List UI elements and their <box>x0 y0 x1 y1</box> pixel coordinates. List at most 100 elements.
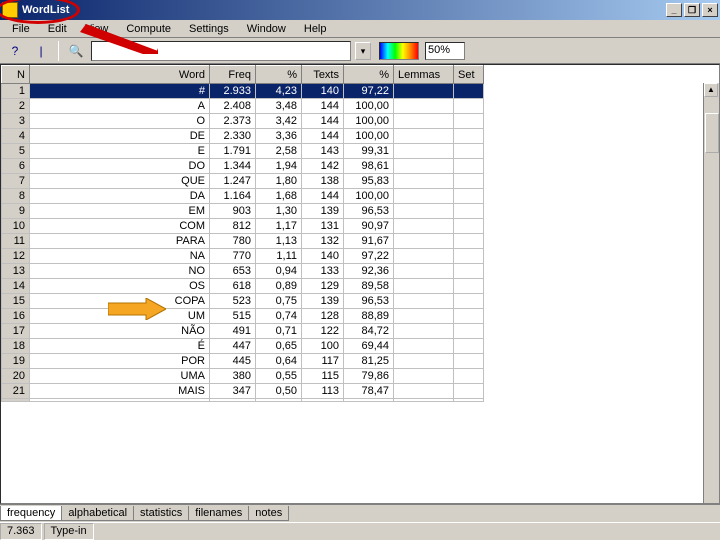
status-mode: Type-in <box>44 523 94 540</box>
table-row[interactable]: 2A2.4083,48144100,00 <box>2 99 484 114</box>
cell-word: O <box>30 114 210 129</box>
cell-lemmas <box>394 84 454 99</box>
cell-lemmas <box>394 99 454 114</box>
col-word[interactable]: Word <box>30 66 210 84</box>
cell-word: NA <box>30 249 210 264</box>
table-row[interactable] <box>2 399 484 402</box>
zoom-percent-input[interactable]: 50% <box>425 42 465 60</box>
table-row[interactable]: 20UMA3800,5511579,86 <box>2 369 484 384</box>
table-row[interactable]: 17NÃO4910,7112284,72 <box>2 324 484 339</box>
col-n[interactable]: N <box>2 66 30 84</box>
table-row[interactable]: 11PARA7801,1313291,67 <box>2 234 484 249</box>
cell-lemmas <box>394 384 454 399</box>
table-row[interactable]: 1#2.9334,2314097,22 <box>2 84 484 99</box>
menu-file[interactable]: File <box>4 22 38 36</box>
table-row[interactable]: 9EM9031,3013996,53 <box>2 204 484 219</box>
cell-pct2: 98,61 <box>344 159 394 174</box>
cell-freq: 770 <box>210 249 256 264</box>
cell-pct: 3,42 <box>256 114 302 129</box>
col-texts[interactable]: Texts <box>302 66 344 84</box>
cell-set <box>454 354 484 369</box>
cell-lemmas <box>394 129 454 144</box>
tab-notes[interactable]: notes <box>248 506 289 521</box>
rainbow-gradient-button[interactable] <box>379 42 419 60</box>
cell-set <box>454 219 484 234</box>
cell-word: PARA <box>30 234 210 249</box>
cell-lemmas <box>394 144 454 159</box>
cell-word: MAIS <box>30 384 210 399</box>
table-row[interactable]: 13NO6530,9413392,36 <box>2 264 484 279</box>
cell-lemmas <box>394 309 454 324</box>
cell-set <box>454 114 484 129</box>
menu-edit[interactable]: Edit <box>40 22 75 36</box>
cell-pct: 0,65 <box>256 339 302 354</box>
cell-texts: 128 <box>302 309 344 324</box>
cell-word: UM <box>30 309 210 324</box>
row-number: 14 <box>2 279 30 294</box>
menu-view[interactable]: View <box>77 22 117 36</box>
table-row[interactable]: 7QUE1.2471,8013895,83 <box>2 174 484 189</box>
search-input[interactable] <box>91 41 351 61</box>
cell-word: COPA <box>30 294 210 309</box>
menu-compute[interactable]: Compute <box>118 22 179 36</box>
search-dropdown[interactable]: ▾ <box>355 42 371 60</box>
cell-texts: 138 <box>302 174 344 189</box>
table-row[interactable]: 5E1.7912,5814399,31 <box>2 144 484 159</box>
table-row[interactable]: 19POR4450,6411781,25 <box>2 354 484 369</box>
table-row[interactable]: 15COPA5230,7513996,53 <box>2 294 484 309</box>
col-freq[interactable]: Freq <box>210 66 256 84</box>
tab-frequency[interactable]: frequency <box>0 506 62 521</box>
table-row[interactable]: 6DO1.3441,9414298,61 <box>2 159 484 174</box>
pipe-button[interactable]: | <box>30 41 52 61</box>
table-row[interactable]: 12NA7701,1114097,22 <box>2 249 484 264</box>
tab-statistics[interactable]: statistics <box>133 506 189 521</box>
cell-pct: 4,23 <box>256 84 302 99</box>
cell-pct: 1,30 <box>256 204 302 219</box>
menu-settings[interactable]: Settings <box>181 22 237 36</box>
toolbar: ? | 🔍 ▾ 50% <box>0 38 720 64</box>
scroll-up-arrow[interactable]: ▲ <box>704 83 718 97</box>
cell-lemmas <box>394 234 454 249</box>
cell-freq: 2.373 <box>210 114 256 129</box>
cell-pct: 0,94 <box>256 264 302 279</box>
cell-set <box>454 99 484 114</box>
cell-pct2: 100,00 <box>344 99 394 114</box>
row-number: 6 <box>2 159 30 174</box>
toolbar-separator <box>58 41 59 61</box>
table-row[interactable]: 10COM8121,1713190,97 <box>2 219 484 234</box>
cell-freq: 2.330 <box>210 129 256 144</box>
cell-freq: 2.408 <box>210 99 256 114</box>
close-button[interactable]: × <box>702 3 718 17</box>
table-row[interactable]: 16UM5150,7412888,89 <box>2 309 484 324</box>
row-number: 9 <box>2 204 30 219</box>
cell-pct2: 99,31 <box>344 144 394 159</box>
cell-freq: 1.164 <box>210 189 256 204</box>
menu-help[interactable]: Help <box>296 22 335 36</box>
tab-filenames[interactable]: filenames <box>188 506 249 521</box>
help-button[interactable]: ? <box>4 41 26 61</box>
tab-alphabetical[interactable]: alphabetical <box>61 506 134 521</box>
cell-pct2: 95,83 <box>344 174 394 189</box>
table-row[interactable]: 18É4470,6510069,44 <box>2 339 484 354</box>
col-set[interactable]: Set <box>454 66 484 84</box>
minimize-button[interactable]: _ <box>666 3 682 17</box>
col-lemmas[interactable]: Lemmas <box>394 66 454 84</box>
col-pct[interactable]: % <box>256 66 302 84</box>
table-row[interactable]: 8DA1.1641,68144100,00 <box>2 189 484 204</box>
cell-word: UMA <box>30 369 210 384</box>
scroll-thumb[interactable] <box>705 113 719 153</box>
menu-window[interactable]: Window <box>239 22 294 36</box>
table-row[interactable]: 21MAIS3470,5011378,47 <box>2 384 484 399</box>
cell-pct2: 79,86 <box>344 369 394 384</box>
table-row[interactable]: 14OS6180,8912989,58 <box>2 279 484 294</box>
col-pct2[interactable]: % <box>344 66 394 84</box>
status-bar: 7.363 Type-in <box>0 522 720 540</box>
table-row[interactable]: 4DE2.3303,36144100,00 <box>2 129 484 144</box>
menu-bar: File Edit View Compute Settings Window H… <box>0 20 720 38</box>
cell-lemmas <box>394 339 454 354</box>
maximize-button[interactable]: ❐ <box>684 3 700 17</box>
search-icon[interactable]: 🔍 <box>65 41 87 61</box>
vertical-scrollbar[interactable]: ▲ <box>703 83 719 503</box>
row-number: 19 <box>2 354 30 369</box>
table-row[interactable]: 3O2.3733,42144100,00 <box>2 114 484 129</box>
